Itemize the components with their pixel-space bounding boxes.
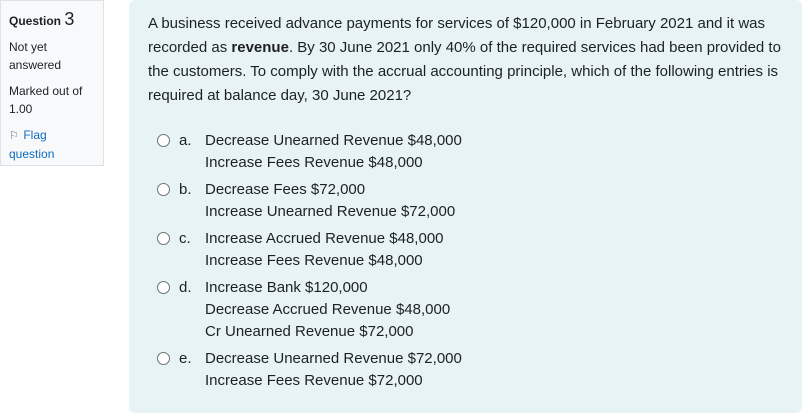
radio-button-d[interactable] xyxy=(157,281,170,294)
answer-line: Increase Fees Revenue $72,000 xyxy=(205,372,423,389)
question-number-heading: Question 3 xyxy=(9,10,95,30)
answer-line: Decrease Fees $72,000 xyxy=(205,181,366,198)
answer-line: Decrease Unearned Revenue $72,000 xyxy=(205,350,462,367)
question-number: 3 xyxy=(64,9,75,29)
answer-line: Cr Unearned Revenue $72,000 xyxy=(205,323,414,340)
radio-button-c[interactable] xyxy=(157,232,170,245)
answer-line: Decrease Accrued Revenue $48,000 xyxy=(205,301,451,318)
flag-question-link[interactable]: ⚐ Flag question xyxy=(9,126,95,163)
answer-option-b[interactable]: b. Decrease Fees $72,000 Increase Unearn… xyxy=(148,179,784,223)
answer-letter: e. xyxy=(179,350,192,367)
question-grade: Marked out of 1.00 xyxy=(9,82,95,118)
answer-option-d[interactable]: d. Increase Bank $120,000 Decrease Accru… xyxy=(148,277,784,343)
answer-line: Increase Unearned Revenue $72,000 xyxy=(205,203,456,220)
question-state-line1: Not yet xyxy=(9,40,48,54)
question-state: Not yet answered xyxy=(9,38,95,74)
answer-text: Decrease Unearned Revenue $48,000 Increa… xyxy=(205,130,462,174)
radio-button-e[interactable] xyxy=(157,352,170,365)
answer-letter: b. xyxy=(179,181,192,198)
answer-option-a[interactable]: a. Decrease Unearned Revenue $48,000 Inc… xyxy=(148,130,784,174)
answer-line: Increase Accrued Revenue $48,000 xyxy=(205,230,444,247)
flag-icon: ⚐ xyxy=(9,130,19,142)
answer-letter: c. xyxy=(179,230,191,247)
radio-button-b[interactable] xyxy=(157,183,170,196)
answer-text: Increase Bank $120,000 Decrease Accrued … xyxy=(205,277,450,343)
question-content: A business received advance payments for… xyxy=(129,0,802,413)
answer-letter: a. xyxy=(179,132,192,149)
question-text: A business received advance payments for… xyxy=(148,12,784,108)
answer-letter: d. xyxy=(179,279,192,296)
flag-question-label-line1: Flag xyxy=(23,128,47,142)
question-info-panel: Question 3 Not yet answered Marked out o… xyxy=(0,0,104,166)
question-label: Question xyxy=(9,14,62,28)
answer-text: Decrease Unearned Revenue $72,000 Increa… xyxy=(205,348,462,392)
answer-options: a. Decrease Unearned Revenue $48,000 Inc… xyxy=(148,130,784,392)
answer-option-e[interactable]: e. Decrease Unearned Revenue $72,000 Inc… xyxy=(148,348,784,392)
answer-text: Decrease Fees $72,000 Increase Unearned … xyxy=(205,179,455,223)
answer-line: Decrease Unearned Revenue $48,000 xyxy=(205,132,462,149)
answer-option-c[interactable]: c. Increase Accrued Revenue $48,000 Incr… xyxy=(148,228,784,272)
answer-text: Increase Accrued Revenue $48,000 Increas… xyxy=(205,228,444,272)
question-state-line2: answered xyxy=(9,58,62,72)
radio-button-a[interactable] xyxy=(157,134,170,147)
answer-line: Increase Bank $120,000 xyxy=(205,279,368,296)
question-grade-line2: 1.00 xyxy=(9,102,33,116)
answer-line: Increase Fees Revenue $48,000 xyxy=(205,154,423,171)
question-text-bold: revenue xyxy=(231,39,289,56)
question-grade-line1: Marked out of xyxy=(9,84,83,98)
flag-question-label-line2: question xyxy=(9,147,55,161)
answer-line: Increase Fees Revenue $48,000 xyxy=(205,252,423,269)
